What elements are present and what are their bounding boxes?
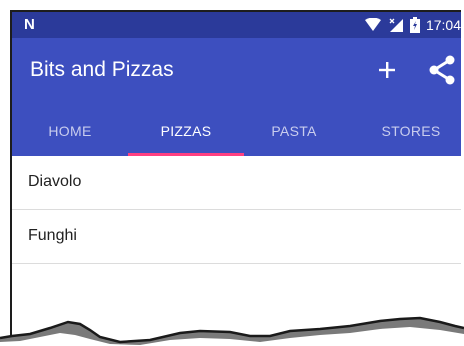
share-icon [429,55,455,85]
battery-icon [409,17,420,33]
add-button[interactable] [369,52,405,88]
tab-home[interactable]: HOME [20,106,120,156]
app-bar: Bits and Pizzas [12,38,461,106]
list-item-label: Diavolo [28,173,82,190]
add-icon [379,62,395,78]
screenshot-frame: N 17:04 Bits and Pizzas HOME PIZZAS PAST… [0,0,464,346]
phone-screen: N 17:04 Bits and Pizzas HOME PIZZAS PAST… [10,10,461,346]
app-title: Bits and Pizzas [30,58,174,81]
notification-n-icon: N [24,16,35,33]
signal-icon [389,18,403,32]
pizza-list: Diavolo Funghi [12,156,461,264]
wifi-icon [364,18,381,31]
share-button[interactable] [424,52,460,88]
tab-stores[interactable]: STORES [356,106,461,156]
list-item-funghi[interactable]: Funghi [12,210,461,264]
tab-pizzas[interactable]: PIZZAS [128,106,244,156]
status-icons: 17:04 [364,15,461,35]
list-item-diavolo[interactable]: Diavolo [12,156,461,210]
list-item-label: Funghi [28,227,77,244]
status-bar: N 17:04 [12,12,461,38]
tab-bar: HOME PIZZAS PASTA STORES [12,106,461,156]
status-time: 17:04 [425,17,461,33]
tab-pasta[interactable]: PASTA [244,106,344,156]
